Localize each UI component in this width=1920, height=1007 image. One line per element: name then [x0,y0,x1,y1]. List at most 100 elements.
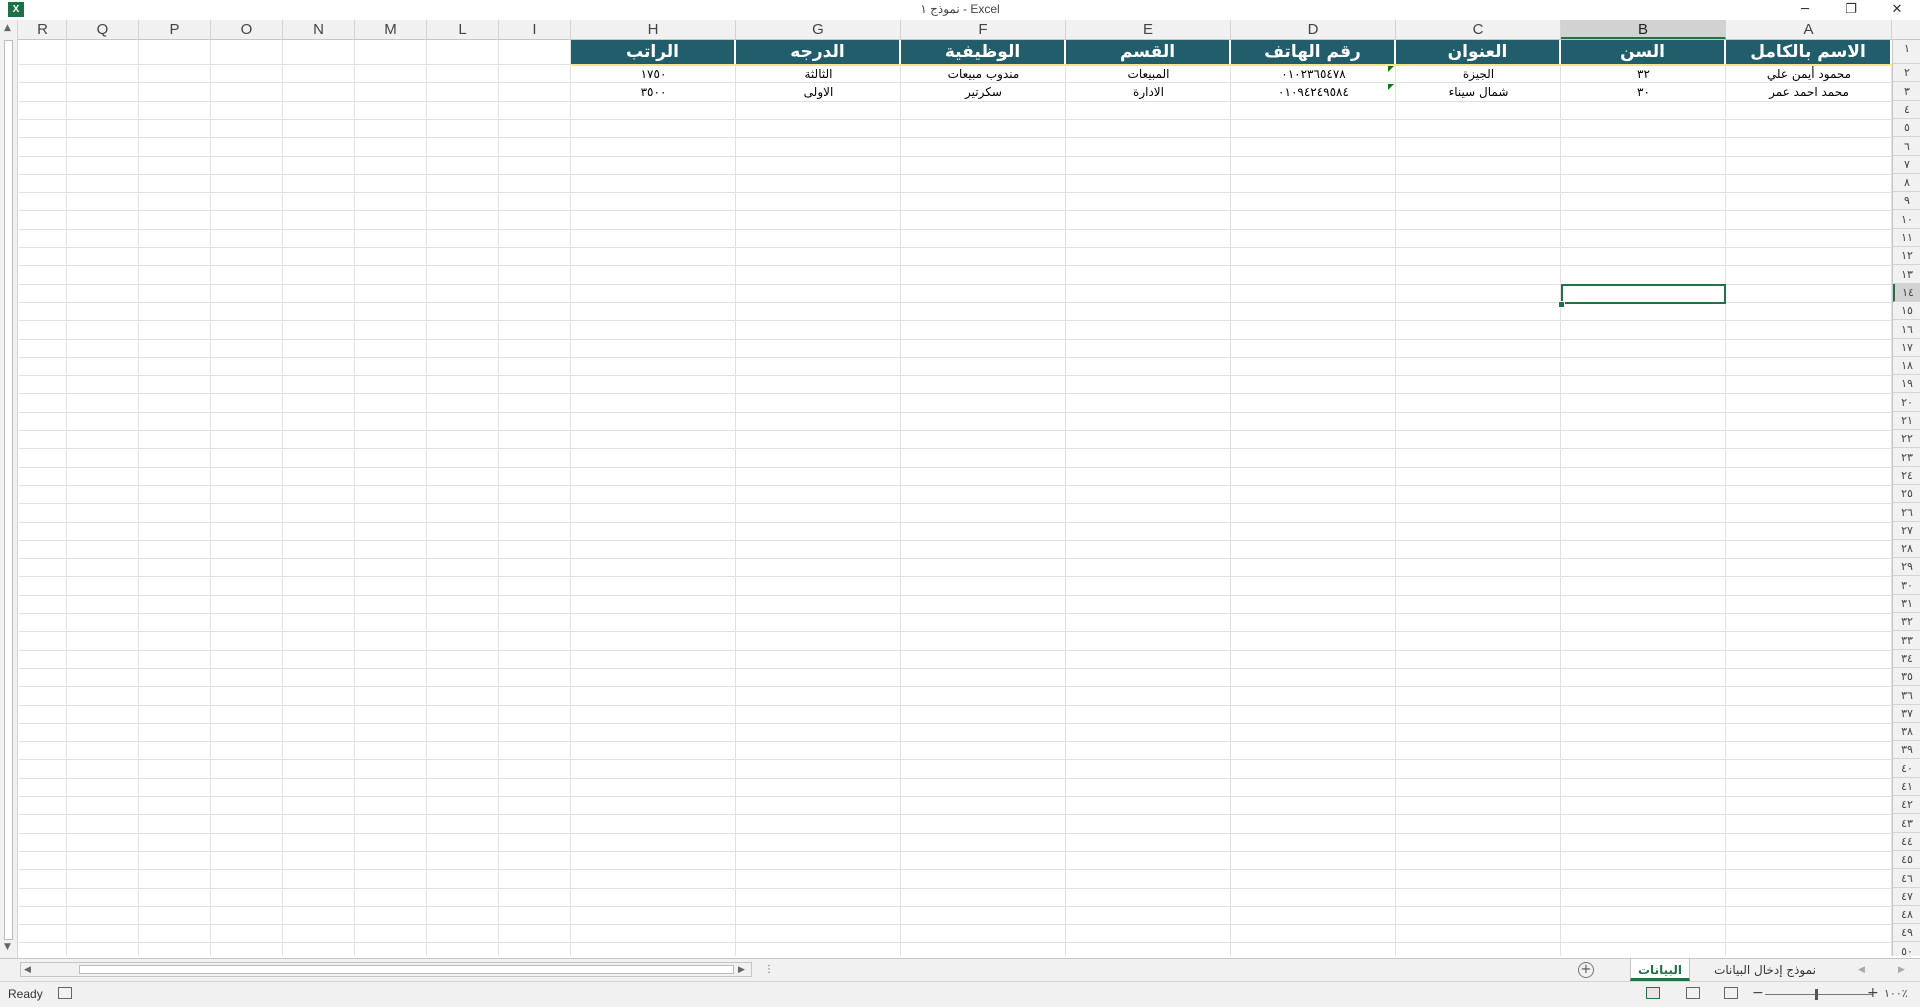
row-header[interactable]: ١١ [1893,229,1920,247]
minimize-button[interactable]: ─ [1790,1,1820,19]
row-header[interactable]: ٥ [1893,119,1920,138]
column-header-h[interactable]: H [571,20,736,39]
row-header[interactable]: ٤٢ [1893,796,1920,815]
row-header[interactable]: ١٩ [1893,375,1920,394]
row-header[interactable]: ٢٣ [1893,449,1920,467]
row-header[interactable]: ١٢ [1893,247,1920,266]
column-header-p[interactable]: P [139,20,211,39]
table-cell[interactable]: الادارة [1066,83,1231,101]
table-cell[interactable]: سكرتير [901,83,1066,101]
add-sheet-button[interactable]: + [1578,962,1594,978]
row-header[interactable]: ١٧ [1893,339,1920,357]
row-header[interactable]: ٣٩ [1893,741,1920,760]
column-header-e[interactable]: E [1066,20,1231,39]
scroll-left-icon[interactable]: ◀ [24,965,31,975]
row-header[interactable]: ٢٢ [1893,430,1920,449]
zoom-in-button[interactable]: + [1867,985,1879,1001]
table-cell[interactable]: ٠١٠٩٤٢٤٩٥٨٤ [1231,83,1396,101]
table-header-cell[interactable]: الدرجه [736,40,901,64]
restore-button[interactable]: ❐ [1836,1,1866,19]
table-header-cell[interactable]: العنوان [1396,40,1561,64]
row-header[interactable]: ١ [1893,40,1920,64]
table-cell[interactable]: المبيعات [1066,65,1231,83]
row-header[interactable]: ٢٩ [1893,558,1920,577]
row-header[interactable]: ٤٦ [1893,870,1920,888]
table-cell[interactable]: الثالثة [736,65,901,83]
horizontal-scroll-thumb[interactable] [79,965,734,974]
table-header-cell[interactable]: القسم [1066,40,1231,64]
row-header[interactable]: ٢٦ [1893,504,1920,522]
vertical-scrollbar[interactable]: ▲ ▼ [0,20,18,958]
table-cell[interactable]: ٣٢ [1561,65,1726,83]
fill-handle[interactable] [1558,300,1565,308]
selected-cell[interactable] [1561,283,1726,304]
worksheet-grid[interactable]: الاسم بالكامل السن العنوان رقم الهاتف القسم ا… [19,40,1892,956]
table-cell[interactable]: الاولى [736,83,901,101]
row-header[interactable]: ٣١ [1893,595,1920,613]
row-header[interactable]: ٧ [1893,156,1920,174]
row-header[interactable]: ١٤ [1893,283,1920,302]
row-header[interactable]: ٣٤ [1893,650,1920,668]
row-header[interactable]: ١٠ [1893,211,1920,229]
column-header-r[interactable]: R [19,20,67,39]
row-header[interactable]: ٤١ [1893,778,1920,796]
table-cell[interactable]: مندوب مبيعات [901,65,1066,83]
column-header-a[interactable]: A [1726,20,1892,39]
row-header[interactable]: ٣٥ [1893,668,1920,687]
row-header[interactable]: ٤٥ [1893,851,1920,870]
row-header[interactable]: ١٦ [1893,321,1920,339]
macro-record-icon[interactable] [58,987,72,999]
row-header[interactable]: ٤٩ [1893,924,1920,943]
table-cell[interactable]: محمود أيمن علي [1726,65,1892,83]
table-cell[interactable]: ١٧٥٠ [571,65,736,83]
error-indicator-icon[interactable] [1388,66,1394,72]
table-header-cell[interactable]: رقم الهاتف [1231,40,1396,64]
row-header[interactable]: ٢٨ [1893,540,1920,559]
row-header[interactable]: ٢٠ [1893,394,1920,412]
column-header-g[interactable]: G [736,20,901,39]
column-header-m[interactable]: M [355,20,427,39]
page-break-preview-icon[interactable] [1724,987,1738,999]
scroll-up-icon[interactable]: ▲ [4,23,11,33]
column-header-b[interactable]: B [1561,20,1726,39]
row-header[interactable]: ١٨ [1893,357,1920,376]
row-header[interactable]: ٤٠ [1893,760,1920,778]
page-layout-icon[interactable] [1686,987,1700,999]
zoom-slider[interactable] [1765,994,1873,995]
table-cell[interactable]: ٠١٠٢٣٦٥٤٧٨ [1231,65,1396,83]
table-header-cell[interactable]: الاسم بالكامل [1726,40,1892,64]
row-header[interactable]: ٢ [1893,64,1920,83]
row-header[interactable]: ٣ [1893,83,1920,101]
tab-scroll-left-icon[interactable]: ◀ [1858,965,1865,975]
row-header[interactable]: ٣٣ [1893,632,1920,650]
zoom-out-button[interactable]: − [1752,985,1764,1001]
row-header[interactable]: ٢٧ [1893,522,1920,540]
close-button[interactable]: ✕ [1882,1,1912,19]
error-indicator-icon[interactable] [1388,84,1394,91]
tab-scroll-right-icon[interactable]: ▶ [1898,965,1905,975]
zoom-level[interactable]: ١٠٠٪ [1884,987,1908,1000]
column-header-o[interactable]: O [211,20,283,39]
scroll-right-icon[interactable]: ▶ [738,965,745,975]
sheet-tab-entry-form[interactable]: نموذج إدخال البيانات [1700,959,1830,981]
row-header[interactable]: ٩ [1893,192,1920,211]
row-header[interactable]: ١٣ [1893,266,1920,284]
row-header[interactable]: ١٥ [1893,302,1920,321]
zoom-slider-knob[interactable] [1815,989,1818,1000]
vertical-scroll-thumb[interactable] [4,40,13,940]
row-header[interactable]: ٢٥ [1893,485,1920,504]
row-header[interactable]: ٢٤ [1893,467,1920,485]
column-header-f[interactable]: F [901,20,1066,39]
horizontal-scrollbar[interactable]: ◀ ▶ [20,962,752,977]
row-header[interactable]: ٣٢ [1893,613,1920,632]
row-header[interactable]: ٦ [1893,138,1920,156]
row-header[interactable]: ٢١ [1893,412,1920,430]
row-header[interactable]: ٣٧ [1893,705,1920,723]
row-header[interactable]: ٣٦ [1893,687,1920,705]
table-cell[interactable]: محمد احمد عمر [1726,83,1892,101]
sheet-tab-data[interactable]: البيانات [1630,959,1690,981]
table-cell[interactable]: ٣٠ [1561,83,1726,101]
row-header[interactable]: ٥٠ [1893,943,1920,956]
row-header[interactable]: ٤ [1893,101,1920,119]
row-header[interactable]: ٤٣ [1893,815,1920,833]
